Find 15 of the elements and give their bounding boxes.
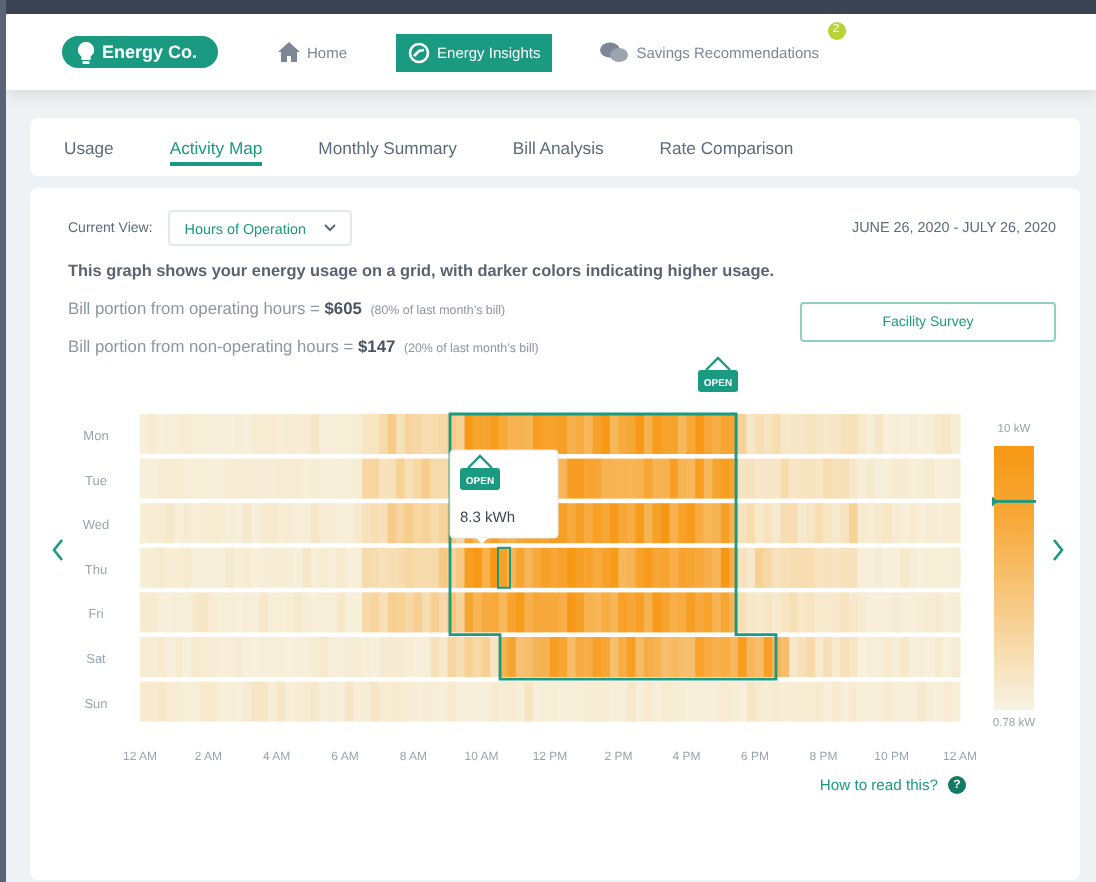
bill-portion-text: Bill portion from operating hours = $605 xyxy=(68,298,362,318)
tab[interactable]: Bill Analysis xyxy=(512,129,604,165)
chevron-down-icon xyxy=(324,224,337,232)
home-icon xyxy=(277,42,300,62)
tab[interactable]: Activity Map xyxy=(169,129,263,165)
chat-icon xyxy=(600,41,629,63)
tab[interactable]: Monthly Summary xyxy=(318,129,457,165)
tab[interactable]: Rate Comparison xyxy=(659,129,794,165)
bill-portion-text: Bill portion from non-operating hours = $147 xyxy=(68,336,396,356)
selected-cell-outline xyxy=(497,546,511,589)
logo-badge[interactable]: Energy Co. xyxy=(62,36,218,68)
description-text: This graph shows your energy usage on a grid, with darker colors indicating higher usage. xyxy=(66,260,777,280)
tab[interactable]: Usage xyxy=(64,129,114,165)
lightbulb-icon xyxy=(78,41,94,63)
gauge-icon xyxy=(407,41,430,63)
